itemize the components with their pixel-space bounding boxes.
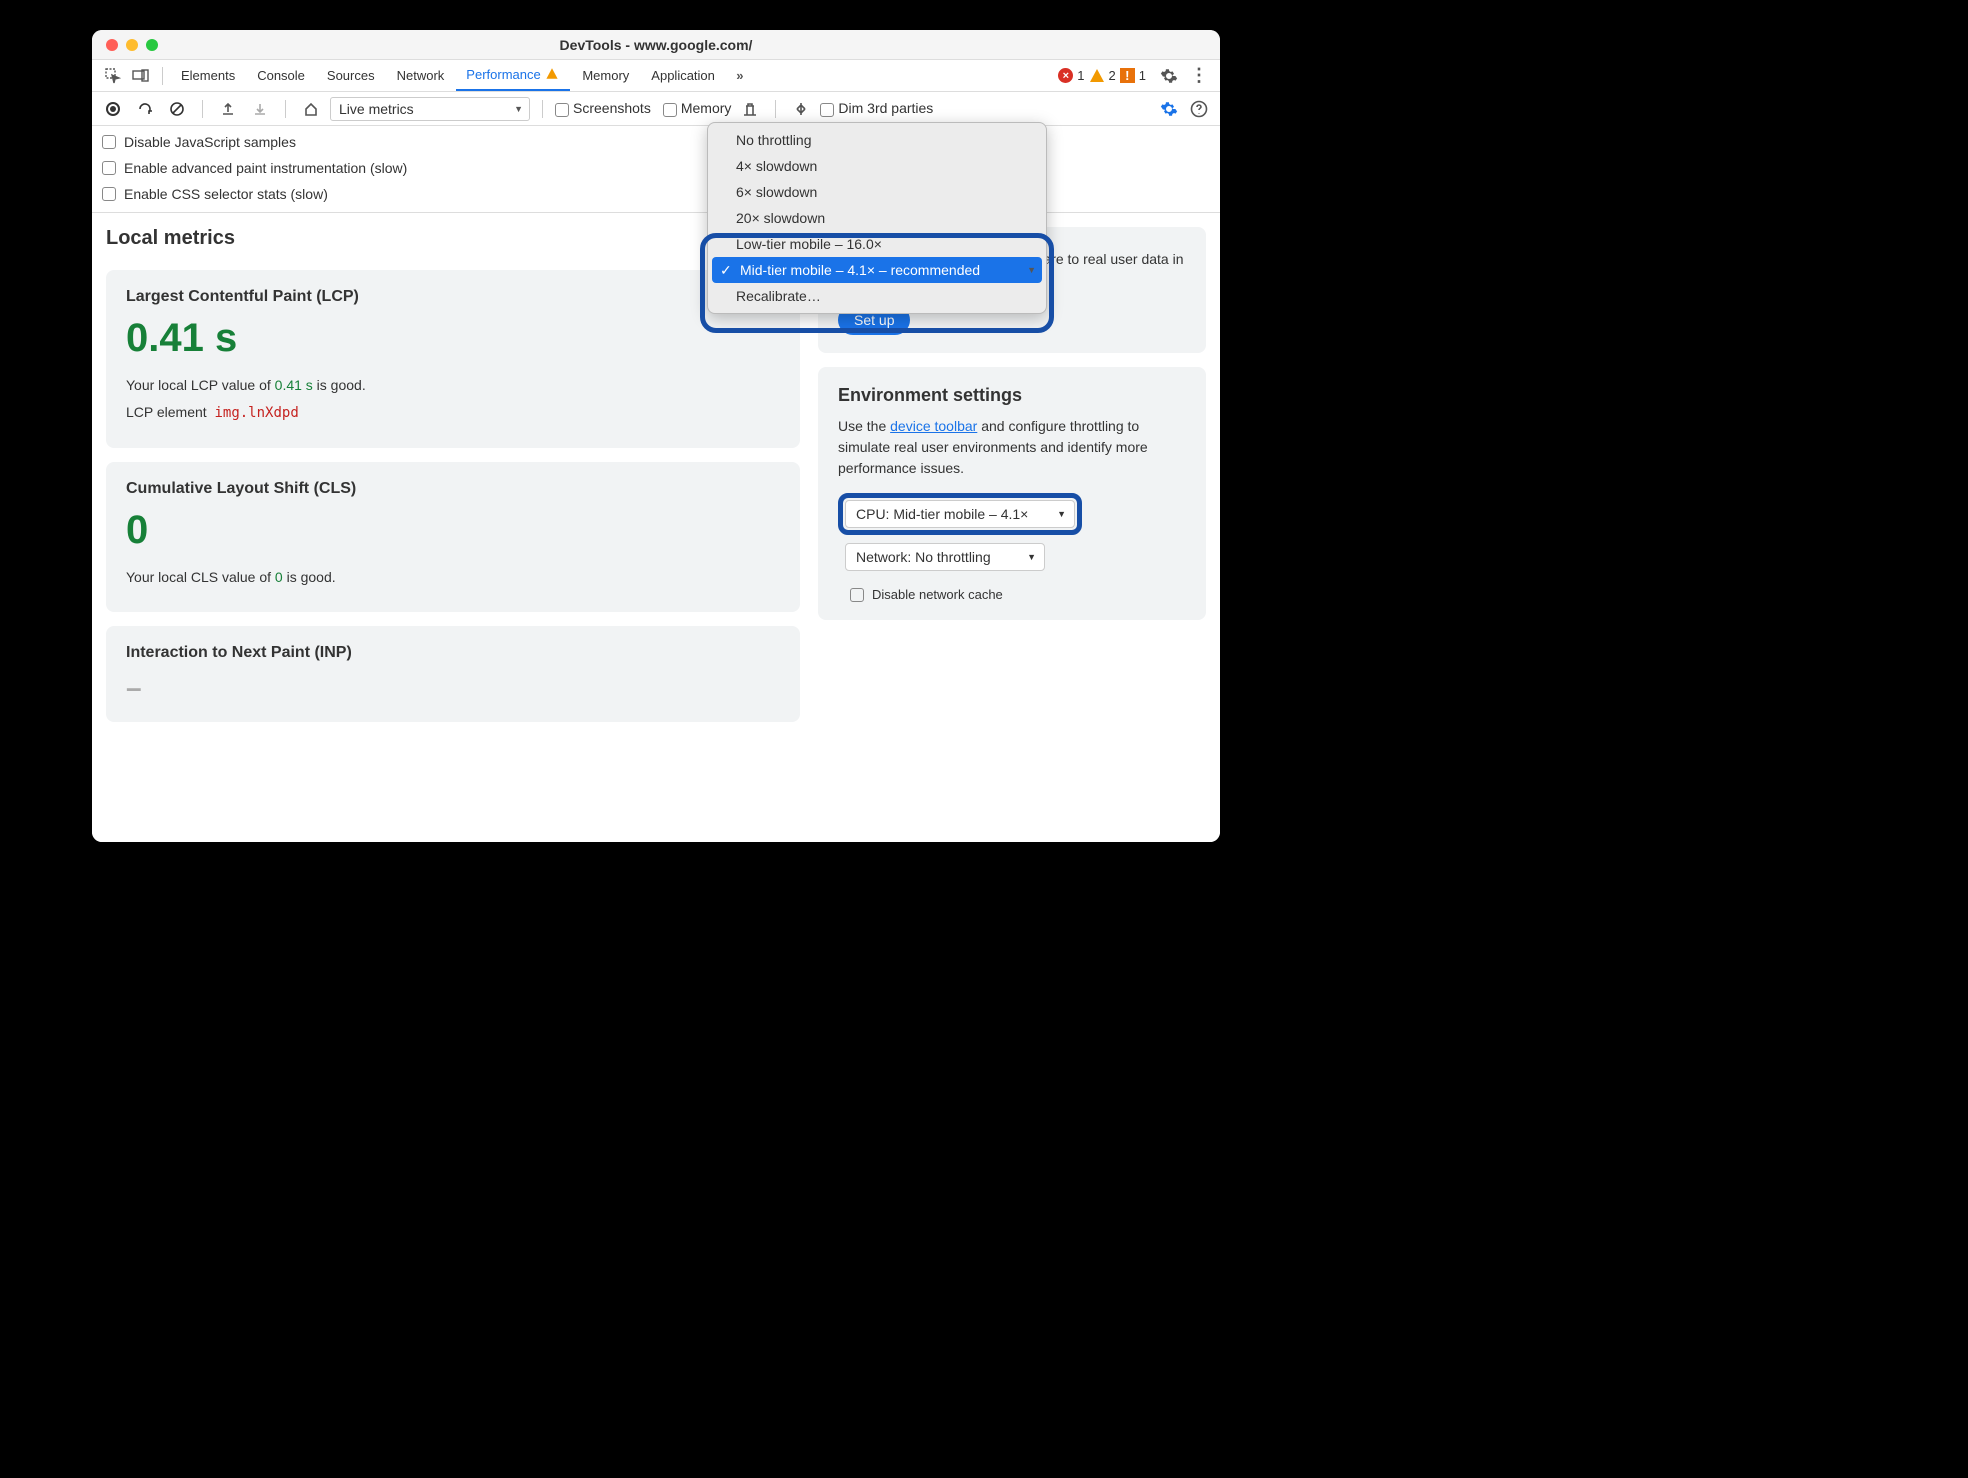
error-badge-icon[interactable]: × (1058, 68, 1073, 83)
tab-sources[interactable]: Sources (317, 61, 385, 90)
lcp-element-link[interactable]: img.lnXdpd (214, 405, 298, 421)
tab-network[interactable]: Network (387, 61, 455, 90)
dd-no-throttling[interactable]: No throttling (708, 127, 1046, 153)
help-icon[interactable] (1186, 96, 1212, 122)
local-metrics-heading: Local metrics (106, 227, 800, 250)
enable-paint-checkbox[interactable]: Enable advanced paint instrumentation (s… (102, 160, 710, 176)
warning-count: 2 (1109, 68, 1116, 83)
performance-subtoolbar: Live metrics Screenshots Memory Dim 3rd … (92, 92, 1220, 126)
shortcuts-icon[interactable] (788, 96, 814, 122)
cpu-select[interactable]: CPU: Mid-tier mobile – 4.1× (845, 500, 1075, 528)
inp-heading: Interaction to Next Paint (INP) (126, 644, 780, 662)
garbage-collect-icon[interactable] (737, 96, 763, 122)
disable-cache-checkbox[interactable]: Disable network cache (850, 587, 1186, 602)
lcp-value: 0.41 s (126, 316, 780, 361)
tab-memory[interactable]: Memory (572, 61, 639, 90)
dd-mid-tier[interactable]: Mid-tier mobile – 4.1× – recommended (712, 257, 1042, 283)
more-menu-icon[interactable]: ⋮ (1186, 63, 1212, 89)
clear-icon[interactable] (164, 96, 190, 122)
download-icon[interactable] (247, 96, 273, 122)
tab-console[interactable]: Console (247, 61, 315, 90)
warning-indicator-icon (547, 68, 558, 78)
warning-badge-icon[interactable] (1090, 69, 1104, 82)
dd-4x[interactable]: 4× slowdown (708, 153, 1046, 179)
tab-application[interactable]: Application (641, 61, 725, 90)
inp-card: Interaction to Next Paint (INP) – (106, 626, 800, 722)
disable-js-checkbox[interactable]: Disable JavaScript samples (102, 134, 710, 150)
tab-elements[interactable]: Elements (171, 61, 245, 90)
device-toolbar-link[interactable]: device toolbar (890, 418, 977, 434)
network-select[interactable]: Network: No throttling (845, 543, 1045, 571)
error-count: 1 (1077, 68, 1084, 83)
cpu-throttle-dropdown[interactable]: No throttling 4× slowdown 6× slowdown 20… (707, 122, 1047, 314)
cls-heading: Cumulative Layout Shift (CLS) (126, 480, 780, 498)
annotation-highlight-cpu: CPU: Mid-tier mobile – 4.1× (838, 493, 1082, 535)
issues-badge-icon[interactable]: ! (1120, 68, 1135, 83)
more-tabs-icon[interactable]: » (727, 63, 753, 89)
dd-6x[interactable]: 6× slowdown (708, 179, 1046, 205)
metrics-select-value: Live metrics (339, 101, 414, 117)
inspect-element-icon[interactable] (100, 63, 126, 89)
reload-record-icon[interactable] (132, 96, 158, 122)
content-area: Local metrics Largest Contentful Paint (… (92, 213, 1220, 842)
env-heading: Environment settings (838, 385, 1186, 406)
cls-summary: Your local CLS value of 0 is good. (126, 567, 780, 588)
dim-checkbox[interactable]: Dim 3rd parties (820, 100, 933, 116)
issues-count: 1 (1139, 68, 1146, 83)
device-toolbar-icon[interactable] (128, 63, 154, 89)
cls-card: Cumulative Layout Shift (CLS) 0 Your loc… (106, 462, 800, 612)
mac-titlebar: DevTools - www.google.com/ (92, 30, 1220, 60)
tab-performance-label: Performance (466, 67, 540, 82)
env-settings-card: Environment settings Use the device tool… (818, 367, 1206, 620)
lcp-heading: Largest Contentful Paint (LCP) (126, 288, 780, 306)
settings-gear-icon[interactable] (1156, 63, 1182, 89)
dd-recalibrate[interactable]: Recalibrate… (708, 283, 1046, 309)
memory-checkbox[interactable]: Memory (663, 100, 732, 116)
screenshots-checkbox[interactable]: Screenshots (555, 100, 651, 116)
enable-css-checkbox[interactable]: Enable CSS selector stats (slow) (102, 186, 710, 202)
lcp-card: Largest Contentful Paint (LCP) 0.41 s Yo… (106, 270, 800, 448)
capture-settings-gear-icon[interactable] (1156, 96, 1182, 122)
capture-settings-panel: Disable JavaScript samples Enable advanc… (92, 126, 1220, 213)
cls-value: 0 (126, 508, 780, 553)
upload-icon[interactable] (215, 96, 241, 122)
env-text: Use the device toolbar and configure thr… (838, 416, 1186, 479)
dd-20x[interactable]: 20× slowdown (708, 205, 1046, 231)
metrics-select[interactable]: Live metrics (330, 97, 530, 121)
inp-value: – (126, 672, 780, 704)
home-icon[interactable] (298, 96, 324, 122)
lcp-element-row: LCP element img.lnXdpd (126, 402, 780, 424)
record-icon[interactable] (100, 96, 126, 122)
window-title: DevTools - www.google.com/ (92, 37, 1220, 53)
devtools-main-toolbar: Elements Console Sources Network Perform… (92, 60, 1220, 92)
dd-low-tier[interactable]: Low-tier mobile – 16.0× (708, 231, 1046, 257)
lcp-summary: Your local LCP value of 0.41 s is good. (126, 375, 780, 396)
devtools-window: DevTools - www.google.com/ Elements Cons… (92, 30, 1220, 842)
tab-performance[interactable]: Performance (456, 60, 570, 91)
